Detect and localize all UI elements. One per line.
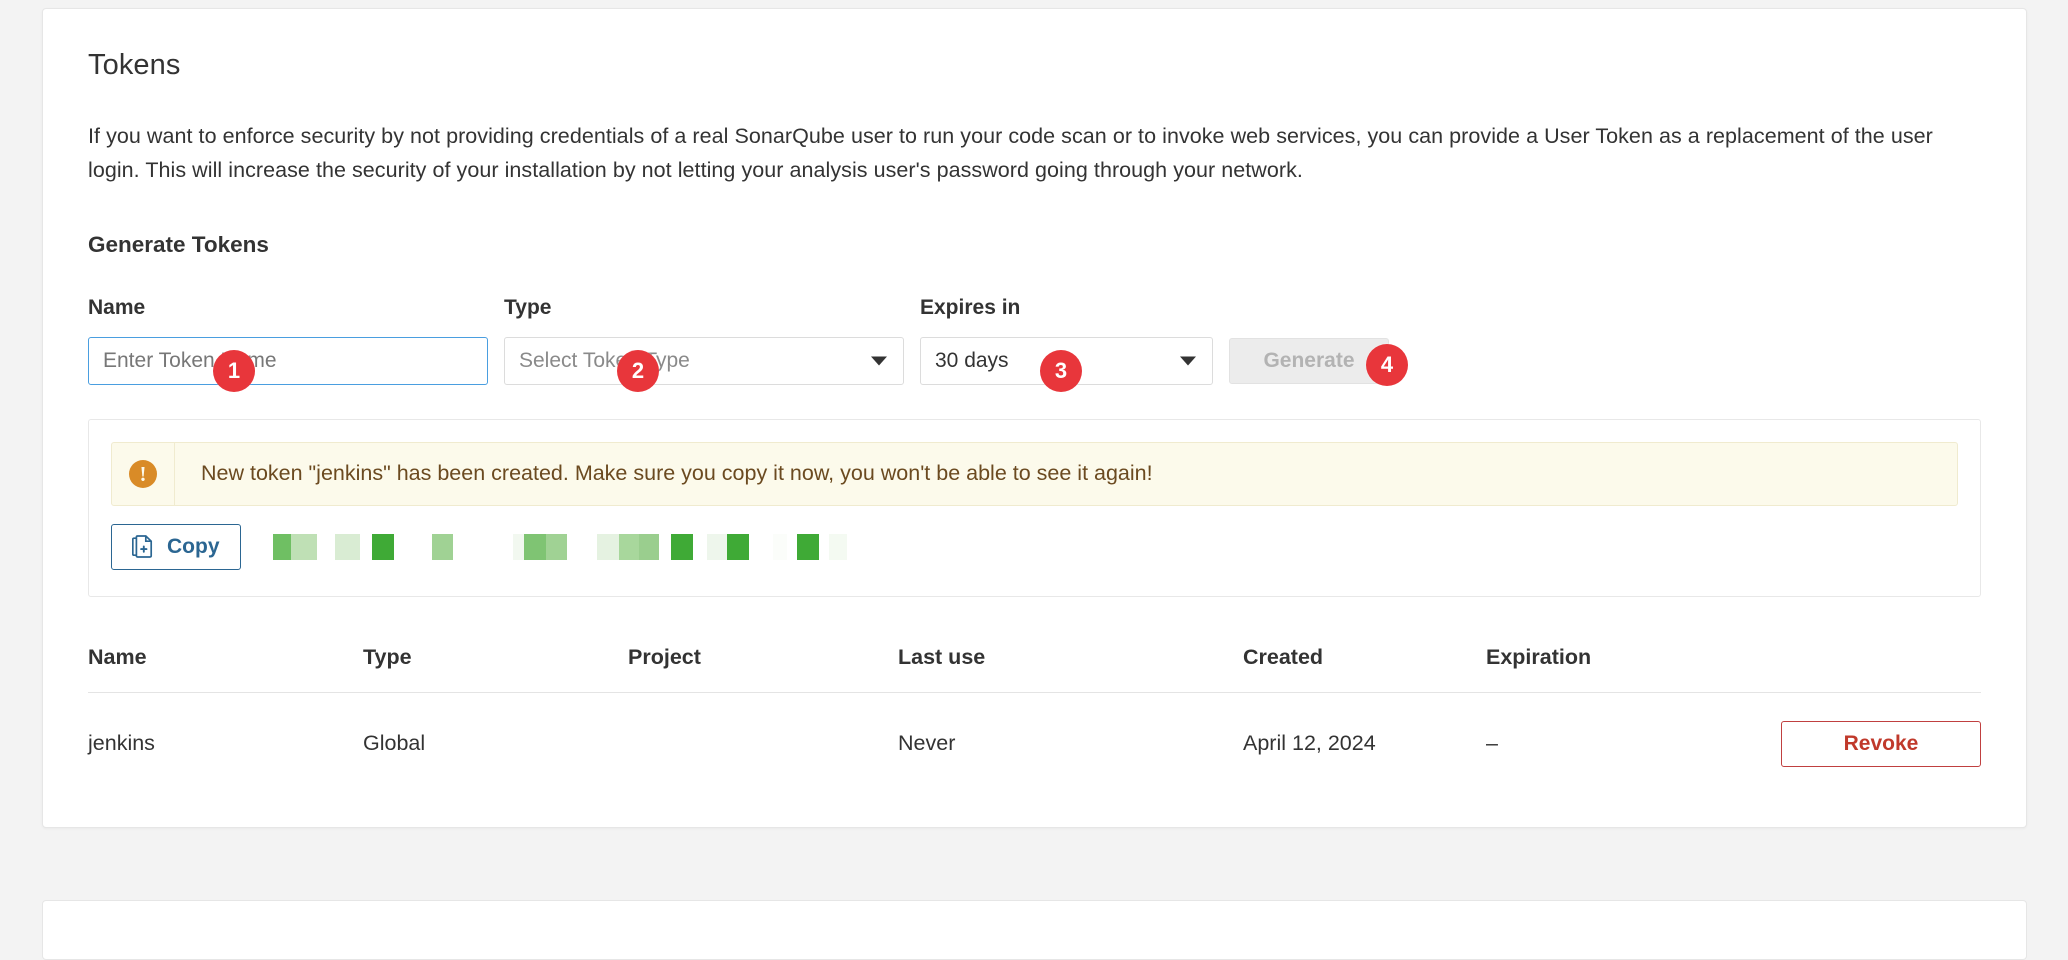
alert-icon-cell: ! (112, 442, 175, 505)
token-expiry-field-group: Expires in 30 days 3 (920, 295, 1213, 392)
copy-token-label: Copy (167, 534, 220, 558)
redaction-gap (818, 533, 829, 560)
redaction-block (638, 533, 659, 560)
redaction-block (431, 533, 453, 560)
token-warning-alert: ! New token "jenkins" has been created. … (111, 441, 1958, 506)
redaction-gap (452, 533, 513, 560)
generate-button-group: Generate 4 (1229, 337, 1408, 386)
cell-token-type: Global (363, 731, 426, 756)
revoke-token-button[interactable]: Revoke (1781, 720, 1981, 767)
token-type-select[interactable]: Select Token Type (504, 336, 904, 385)
redaction-block (523, 533, 546, 560)
redacted-token-value (272, 532, 847, 562)
redaction-block (334, 533, 360, 560)
column-header-created: Created (1243, 626, 1486, 693)
redaction-block (828, 533, 847, 560)
redaction-block (545, 533, 567, 560)
token-expiry-value: 30 days (935, 348, 1009, 372)
token-name-input[interactable] (88, 336, 488, 385)
new-token-panel: ! New token "jenkins" has been created. … (88, 418, 1981, 597)
redaction-block (618, 533, 639, 560)
settings-page: Tokens If you want to enforce security b… (0, 0, 2068, 960)
redaction-block (706, 533, 727, 560)
redaction-gap (748, 533, 773, 560)
table-row: jenkins Global Never April 12, 2024 – Re… (88, 692, 1981, 793)
redaction-block (272, 533, 291, 560)
redaction-gap (692, 533, 707, 560)
tokens-description: If you want to enforce security by not p… (88, 124, 1933, 182)
copy-document-plus-icon (131, 535, 154, 559)
step-badge-4: 4 (1366, 343, 1408, 386)
generate-tokens-heading: Generate Tokens (88, 231, 269, 257)
redaction-block (596, 533, 619, 560)
column-header-project: Project (628, 626, 898, 693)
redaction-gap (316, 533, 335, 560)
redaction-gap (658, 533, 671, 560)
tokens-table-body: jenkins Global Never April 12, 2024 – Re… (88, 692, 1981, 793)
next-section-card (42, 900, 2027, 960)
page-title: Tokens (88, 49, 181, 81)
redaction-gap (566, 533, 597, 560)
redaction-gap (359, 533, 372, 560)
step-badge-3: 3 (1040, 349, 1082, 392)
redaction-block (512, 533, 524, 560)
token-type-value: Select Token Type (519, 348, 690, 372)
token-type-field-group: Type Select Token Type 2 (504, 295, 904, 392)
token-name-field-group: Name 1 (88, 295, 488, 392)
token-copy-row: Copy (111, 523, 1958, 570)
column-header-actions (1686, 626, 1981, 693)
redaction-block (796, 533, 819, 560)
tokens-card: Tokens If you want to enforce security b… (42, 8, 2027, 828)
generate-token-form: Name 1 Type Select Token Type 2 Expires … (88, 295, 1981, 392)
redaction-block (670, 533, 693, 560)
cell-token-last-use: Never (898, 731, 956, 756)
redaction-block (290, 533, 317, 560)
alert-message: New token "jenkins" has been created. Ma… (201, 461, 1153, 486)
column-header-type: Type (363, 626, 628, 693)
redaction-block (772, 533, 787, 560)
token-name-label: Name (88, 295, 146, 319)
chevron-down-icon (871, 356, 887, 366)
cell-token-expiration: – (1486, 731, 1498, 756)
redaction-gap (393, 533, 432, 560)
tokens-card-content: Tokens If you want to enforce security b… (43, 9, 2026, 793)
cell-token-project (628, 692, 898, 793)
step-badge-1: 1 (213, 349, 255, 392)
tokens-table-head: Name Type Project Last use Created Expir… (88, 626, 1981, 693)
table-header-row: Name Type Project Last use Created Expir… (88, 626, 1981, 693)
column-header-last-use: Last use (898, 626, 1243, 693)
redaction-gap (786, 533, 797, 560)
tokens-table: Name Type Project Last use Created Expir… (88, 626, 1981, 793)
redaction-block (371, 533, 394, 560)
generate-button[interactable]: Generate (1229, 337, 1389, 384)
step-badge-2: 2 (617, 349, 659, 392)
cell-token-actions: Revoke (1686, 692, 1981, 793)
cell-token-name: jenkins (88, 731, 155, 756)
token-type-label: Type (504, 295, 552, 319)
copy-token-button[interactable]: Copy (111, 523, 241, 570)
cell-token-created: April 12, 2024 (1243, 731, 1376, 756)
column-header-expiration: Expiration (1486, 626, 1686, 693)
column-header-name: Name (88, 626, 363, 693)
token-expiry-label: Expires in (920, 295, 1021, 319)
chevron-down-icon (1180, 356, 1196, 366)
exclamation-circle-icon: ! (129, 459, 157, 488)
redaction-block (726, 533, 749, 560)
